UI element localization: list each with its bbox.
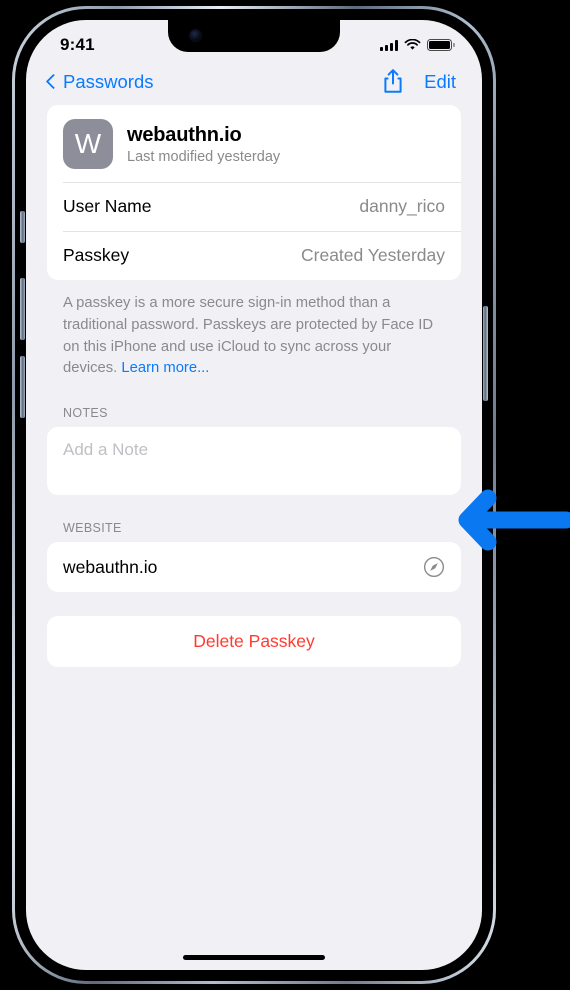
mute-switch-button[interactable]	[20, 211, 25, 243]
site-title: webauthn.io	[127, 123, 242, 146]
display-notch	[168, 20, 340, 52]
passkey-value: Created Yesterday	[301, 245, 445, 265]
side-power-button[interactable]	[483, 306, 488, 401]
iphone-device-frame: 9:41 Passwords Edit W webauthn.io Last m…	[12, 6, 496, 984]
edit-button[interactable]: Edit	[424, 71, 456, 93]
card-header: W webauthn.io Last modified yesterday	[47, 105, 461, 182]
delete-passkey-label: Delete Passkey	[193, 631, 315, 651]
learn-more-link[interactable]: Learn more...	[121, 360, 209, 376]
left-arrow-callout-icon	[458, 489, 570, 551]
nav-bar-actions: Edit	[382, 68, 456, 95]
user-name-value: danny_rico	[359, 196, 445, 216]
table-row[interactable]: User Name danny_rico	[47, 182, 461, 231]
passkey-detail-card: W webauthn.io Last modified yesterday Us…	[47, 105, 461, 280]
user-name-label: User Name	[63, 196, 152, 216]
passkey-label: Passkey	[63, 245, 130, 265]
home-indicator[interactable]	[183, 955, 325, 960]
table-row[interactable]: Passkey Created Yesterday	[47, 231, 461, 280]
volume-down-button[interactable]	[20, 356, 25, 418]
signal-bars-icon	[380, 39, 398, 51]
share-icon[interactable]	[382, 68, 404, 95]
wifi-icon	[404, 39, 421, 50]
status-bar-time: 9:41	[60, 35, 95, 54]
delete-passkey-button[interactable]: Delete Passkey	[47, 616, 461, 667]
notes-input[interactable]: Add a Note	[47, 427, 461, 495]
back-button-label: Passwords	[63, 70, 154, 92]
navigation-bar: Passwords Edit	[26, 64, 482, 105]
passkey-description-text: A passkey is a more secure sign-in metho…	[63, 295, 434, 377]
device-bezel: 9:41 Passwords Edit W webauthn.io Last m…	[15, 9, 493, 981]
screenshot-stage: 9:41 Passwords Edit W webauthn.io Last m…	[0, 0, 570, 990]
website-section-header: WEBSITE	[63, 521, 122, 535]
back-to-passwords-button[interactable]: Passwords	[44, 71, 153, 93]
status-bar-indicators	[380, 39, 455, 51]
front-camera-icon	[190, 30, 201, 41]
device-screen: 9:41 Passwords Edit W webauthn.io Last m…	[26, 20, 482, 970]
site-icon-letter: W	[74, 128, 102, 159]
detail-content: W webauthn.io Last modified yesterday Us…	[26, 105, 482, 667]
site-icon: W	[63, 119, 113, 169]
passkey-description: A passkey is a more secure sign-in metho…	[47, 280, 461, 380]
website-value: webauthn.io	[63, 556, 158, 577]
notes-placeholder: Add a Note	[63, 440, 149, 459]
card-header-text: webauthn.io Last modified yesterday	[127, 124, 280, 165]
battery-full-icon	[427, 39, 455, 51]
website-row[interactable]: webauthn.io	[47, 542, 461, 592]
safari-compass-icon[interactable]	[423, 556, 445, 578]
last-modified-label: Last modified yesterday	[127, 148, 281, 165]
notes-section-header: NOTES	[63, 406, 108, 420]
volume-up-button[interactable]	[20, 278, 25, 340]
chevron-left-icon	[45, 73, 62, 90]
